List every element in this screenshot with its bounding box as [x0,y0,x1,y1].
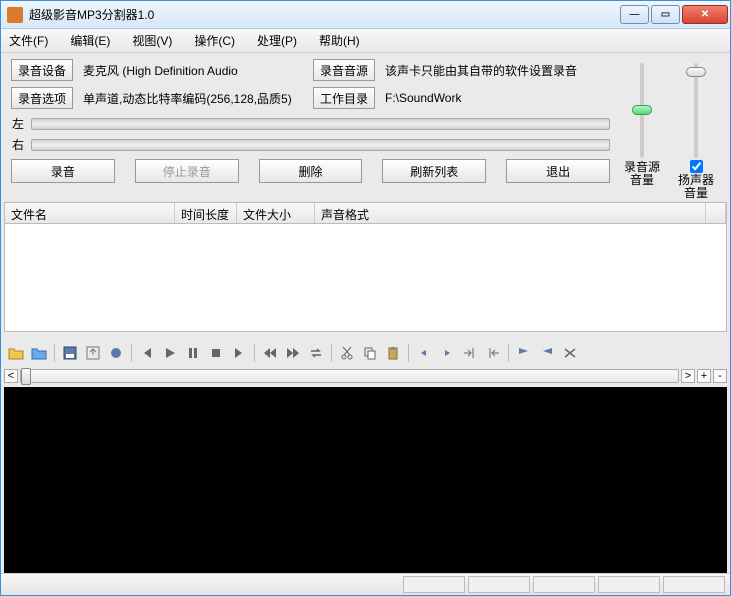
export-icon[interactable] [84,344,102,362]
workdir-value: F:\SoundWork [385,91,610,105]
status-cell-4 [598,576,660,593]
refresh-button[interactable]: 刷新列表 [382,159,486,183]
col-spacer [706,203,726,223]
statusbar [1,573,730,595]
cut-icon[interactable] [338,344,356,362]
zoom-in-button[interactable]: + [697,369,711,383]
col-duration[interactable]: 时间长度 [175,203,237,223]
titlebar: 超级影音MP3分割器1.0 — ▭ ✕ [1,1,730,29]
record-option-button[interactable]: 录音选项 [11,87,73,109]
record-icon[interactable] [107,344,125,362]
repeat-icon[interactable] [307,344,325,362]
menu-edit[interactable]: 编辑(E) [70,32,110,49]
right-level-meter [31,139,610,151]
right-channel-label: 右 [11,136,25,153]
marker-left-icon[interactable] [415,344,433,362]
record-source-value: 该声卡只能由其自带的软件设置录音 [385,62,610,79]
app-icon [7,7,23,23]
col-filename[interactable]: 文件名 [5,203,175,223]
col-format[interactable]: 声音格式 [315,203,706,223]
folder-blue-icon[interactable] [30,344,48,362]
left-level-meter [31,118,610,130]
paste-icon[interactable] [384,344,402,362]
speaker-volume-slider[interactable]: 扬声器 音量 [674,59,718,200]
merge-right-icon[interactable] [484,344,502,362]
maximize-button[interactable]: ▭ [651,5,680,24]
zoom-out-button[interactable]: - [713,369,727,383]
stop-icon[interactable] [207,344,225,362]
marker-right-icon[interactable] [438,344,456,362]
menu-process[interactable]: 处理(P) [257,32,297,49]
menu-action[interactable]: 操作(C) [194,32,235,49]
rewind-icon[interactable] [261,344,279,362]
prev-icon[interactable] [138,344,156,362]
video-preview [4,387,727,573]
flag-clear-icon[interactable] [561,344,579,362]
flag-right-icon[interactable] [538,344,556,362]
flag-left-icon[interactable] [515,344,533,362]
seek-end-button[interactable]: > [681,369,695,383]
record-volume-slider[interactable]: 录音源 音量 [620,59,664,187]
app-window: 超级影音MP3分割器1.0 — ▭ ✕ 文件(F) 编辑(E) 视图(V) 操作… [0,0,731,596]
status-cell-2 [468,576,530,593]
merge-left-icon[interactable] [461,344,479,362]
content-area: 录音设备 麦克风 (High Definition Audio 录音音源 该声卡… [1,53,730,595]
menu-help[interactable]: 帮助(H) [319,32,360,49]
record-button[interactable]: 录音 [11,159,115,183]
next-icon[interactable] [230,344,248,362]
record-volume-label: 录音源 音量 [624,161,660,187]
status-cell-3 [533,576,595,593]
pause-icon[interactable] [184,344,202,362]
status-cell-1 [403,576,465,593]
window-title: 超级影音MP3分割器1.0 [29,6,620,23]
record-device-value: 麦克风 (High Definition Audio [83,62,303,79]
open-icon[interactable] [7,344,25,362]
forward-icon[interactable] [284,344,302,362]
seek-start-button[interactable]: < [4,369,18,383]
col-filesize[interactable]: 文件大小 [237,203,315,223]
exit-button[interactable]: 退出 [506,159,610,183]
copy-icon[interactable] [361,344,379,362]
minimize-button[interactable]: — [620,5,649,24]
speaker-volume-checkbox[interactable] [690,160,703,173]
workdir-button[interactable]: 工作目录 [313,87,375,109]
left-channel-label: 左 [11,115,25,132]
file-list-header: 文件名 时间长度 文件大小 声音格式 [4,202,727,224]
play-icon[interactable] [161,344,179,362]
stop-record-button[interactable]: 停止录音 [135,159,239,183]
status-cell-5 [663,576,725,593]
menu-file[interactable]: 文件(F) [9,32,48,49]
record-source-button[interactable]: 录音音源 [313,59,375,81]
seek-bar[interactable] [20,369,679,383]
save-icon[interactable] [61,344,79,362]
delete-button[interactable]: 删除 [259,159,363,183]
file-list[interactable] [4,224,727,332]
close-button[interactable]: ✕ [682,5,728,24]
menu-view[interactable]: 视图(V) [132,32,172,49]
player-toolbar [4,341,727,365]
record-device-button[interactable]: 录音设备 [11,59,73,81]
speaker-volume-label: 扬声器 音量 [678,174,714,200]
menubar: 文件(F) 编辑(E) 视图(V) 操作(C) 处理(P) 帮助(H) [1,29,730,53]
record-option-value: 单声道,动态比特率编码(256,128,品质5) [83,90,303,107]
